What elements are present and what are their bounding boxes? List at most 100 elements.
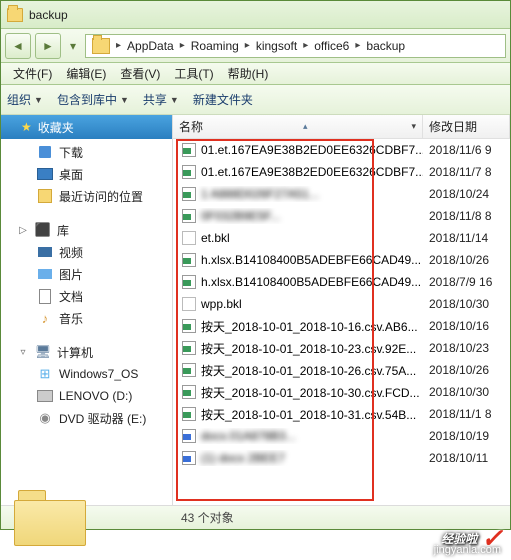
- column-name[interactable]: 名称▴▾: [173, 115, 423, 138]
- sidebar-item-documents[interactable]: 文档: [1, 285, 172, 307]
- file-name: 01.et.167EA9E38B2ED0EE6326CDBF7...: [201, 143, 423, 157]
- file-name: (1) docx 2BEE7: [201, 451, 285, 465]
- file-row[interactable]: 0F032B9E5F...2018/11/8 8: [173, 205, 510, 227]
- menubar: 文件(F) 编辑(E) 查看(V) 工具(T) 帮助(H): [1, 63, 510, 85]
- menu-view[interactable]: 查看(V): [114, 63, 166, 84]
- file-name: 01.et.167EA9E38B2ED0EE6326CDBF7...: [201, 165, 423, 179]
- sidebar-item-desktop[interactable]: 桌面: [1, 163, 172, 185]
- file-icon: [181, 362, 197, 378]
- file-row[interactable]: (1) docx 2BEE7 2018/10/11: [173, 447, 510, 469]
- file-row[interactable]: 1 A888D026F27A51...2018/10/24: [173, 183, 510, 205]
- windows-icon: ⊞: [37, 366, 53, 382]
- chevron-right-icon[interactable]: ▸: [243, 40, 252, 51]
- file-row[interactable]: 按天_2018-10-01_2018-10-16.csv.AB6...2018/…: [173, 315, 510, 337]
- watermark-sub: jingyanla.com: [434, 544, 501, 556]
- sidebar-item-libraries[interactable]: ▷⬛库: [1, 219, 172, 241]
- label: 新建文件夹: [193, 91, 253, 108]
- menu-tools[interactable]: 工具(T): [168, 63, 219, 84]
- file-icon: [181, 274, 197, 290]
- sidebar-item-music[interactable]: ♪音乐: [1, 307, 172, 329]
- file-row[interactable]: 按天_2018-10-01_2018-10-23.csv.92E...2018/…: [173, 337, 510, 359]
- sidebar-favorites-header[interactable]: ★ 收藏夹: [1, 115, 172, 139]
- titlebar[interactable]: backup: [1, 1, 510, 29]
- file-row[interactable]: h.xlsx.B14108400B5ADEBFE66CAD49...2018/7…: [173, 271, 510, 293]
- file-icon: [181, 142, 197, 158]
- label: 图片: [59, 266, 83, 283]
- menu-help[interactable]: 帮助(H): [222, 63, 275, 84]
- drive-icon: [37, 388, 53, 404]
- file-date: 2018/11/14: [423, 231, 510, 245]
- file-icon: [181, 208, 197, 224]
- file-row[interactable]: 按天_2018-10-01_2018-10-30.csv.FCD...2018/…: [173, 381, 510, 403]
- file-row[interactable]: 01.et.167EA9E38B2ED0EE6326CDBF7...2018/1…: [173, 161, 510, 183]
- list-header: 名称▴▾ 修改日期: [173, 115, 510, 139]
- file-date: 2018/7/9 16: [423, 275, 510, 289]
- sidebar-item-pictures[interactable]: 图片: [1, 263, 172, 285]
- file-date: 2018/11/6 9: [423, 143, 510, 157]
- chevron-down-icon[interactable]: ▾: [411, 121, 416, 132]
- new-folder-button[interactable]: 新建文件夹: [193, 91, 253, 108]
- sort-asc-icon: ▴: [303, 121, 312, 132]
- picture-icon: [37, 266, 53, 282]
- music-icon: ♪: [37, 310, 53, 326]
- file-date: 2018/10/30: [423, 297, 510, 311]
- sidebar-item-computer[interactable]: ▿🖥计算机: [1, 341, 172, 363]
- nav-forward-button[interactable]: ►: [35, 33, 61, 59]
- file-row[interactable]: h.xlsx.B14108400B5ADEBFE66CAD49...2018/1…: [173, 249, 510, 271]
- file-name: h.xlsx.B14108400B5ADEBFE66CAD49...: [201, 275, 421, 289]
- star-icon: ★: [21, 120, 32, 134]
- label: 桌面: [59, 166, 83, 183]
- file-row[interactable]: 按天_2018-10-01_2018-10-26.csv.75A...2018/…: [173, 359, 510, 381]
- sidebar-item-dvd-drive[interactable]: ◉DVD 驱动器 (E:): [1, 407, 172, 429]
- chevron-right-icon[interactable]: ▸: [353, 40, 362, 51]
- file-row[interactable]: docx.01A878B3...2018/10/19: [173, 425, 510, 447]
- breadcrumb-segment[interactable]: backup: [362, 39, 409, 53]
- dvd-icon: ◉: [37, 410, 53, 426]
- expand-icon[interactable]: ▷: [17, 225, 29, 236]
- sidebar-item-downloads[interactable]: 下载: [1, 141, 172, 163]
- nav-history-dropdown[interactable]: ▾: [65, 33, 81, 59]
- sidebar-item-windows-os[interactable]: ⊞Windows7_OS: [1, 363, 172, 385]
- video-icon: [37, 244, 53, 260]
- file-row[interactable]: 按天_2018-10-01_2018-10-31.csv.54B...2018/…: [173, 403, 510, 425]
- sidebar-item-recent[interactable]: 最近访问的位置: [1, 185, 172, 207]
- file-name: docx.01A878B3...: [201, 429, 296, 443]
- breadcrumb-segment[interactable]: kingsoft: [252, 39, 301, 53]
- chevron-right-icon[interactable]: ▸: [178, 40, 187, 51]
- breadcrumb[interactable]: ▸ AppData ▸ Roaming ▸ kingsoft ▸ office6…: [85, 34, 506, 58]
- file-icon: [181, 230, 197, 246]
- folder-preview-icon: [14, 490, 86, 546]
- library-icon: ⬛: [35, 222, 51, 238]
- breadcrumb-segment[interactable]: office6: [310, 39, 353, 53]
- file-date: 2018/10/11: [423, 451, 510, 465]
- file-listview: 名称▴▾ 修改日期 01.et.167EA9E38B2ED0EE6326CDBF…: [173, 115, 510, 505]
- file-name: wpp.bkl: [201, 297, 242, 311]
- sidebar-item-lenovo-drive[interactable]: LENOVO (D:): [1, 385, 172, 407]
- sidebar-item-videos[interactable]: 视频: [1, 241, 172, 263]
- file-date: 2018/10/16: [423, 319, 510, 333]
- toolbar: 组织▼ 包含到库中▼ 共享▼ 新建文件夹: [1, 85, 510, 115]
- file-icon: [181, 186, 197, 202]
- menu-file[interactable]: 文件(F): [7, 63, 58, 84]
- menu-edit[interactable]: 编辑(E): [60, 63, 112, 84]
- file-name: 1 A888D026F27A51...: [201, 187, 319, 201]
- breadcrumb-segment[interactable]: Roaming: [187, 39, 243, 53]
- file-row[interactable]: 01.et.167EA9E38B2ED0EE6326CDBF7...2018/1…: [173, 139, 510, 161]
- list-body[interactable]: 01.et.167EA9E38B2ED0EE6326CDBF7...2018/1…: [173, 139, 510, 505]
- collapse-icon[interactable]: ▿: [17, 347, 29, 358]
- share-button[interactable]: 共享▼: [143, 91, 179, 108]
- file-date: 2018/10/26: [423, 363, 510, 377]
- file-row[interactable]: wpp.bkl 2018/10/30: [173, 293, 510, 315]
- file-name: 按天_2018-10-01_2018-10-23.csv.92E...: [201, 340, 416, 357]
- file-row[interactable]: et.bkl2018/11/14: [173, 227, 510, 249]
- breadcrumb-segment[interactable]: AppData: [123, 39, 178, 53]
- chevron-right-icon[interactable]: ▸: [114, 40, 123, 51]
- file-icon: [181, 296, 197, 312]
- file-name: h.xlsx.B14108400B5ADEBFE66CAD49...: [201, 253, 421, 267]
- nav-back-button[interactable]: ◄: [5, 33, 31, 59]
- organize-button[interactable]: 组织▼: [7, 91, 43, 108]
- chevron-right-icon[interactable]: ▸: [301, 40, 310, 51]
- column-date[interactable]: 修改日期: [423, 115, 510, 138]
- include-in-library-button[interactable]: 包含到库中▼: [57, 91, 129, 108]
- label: LENOVO (D:): [59, 389, 132, 403]
